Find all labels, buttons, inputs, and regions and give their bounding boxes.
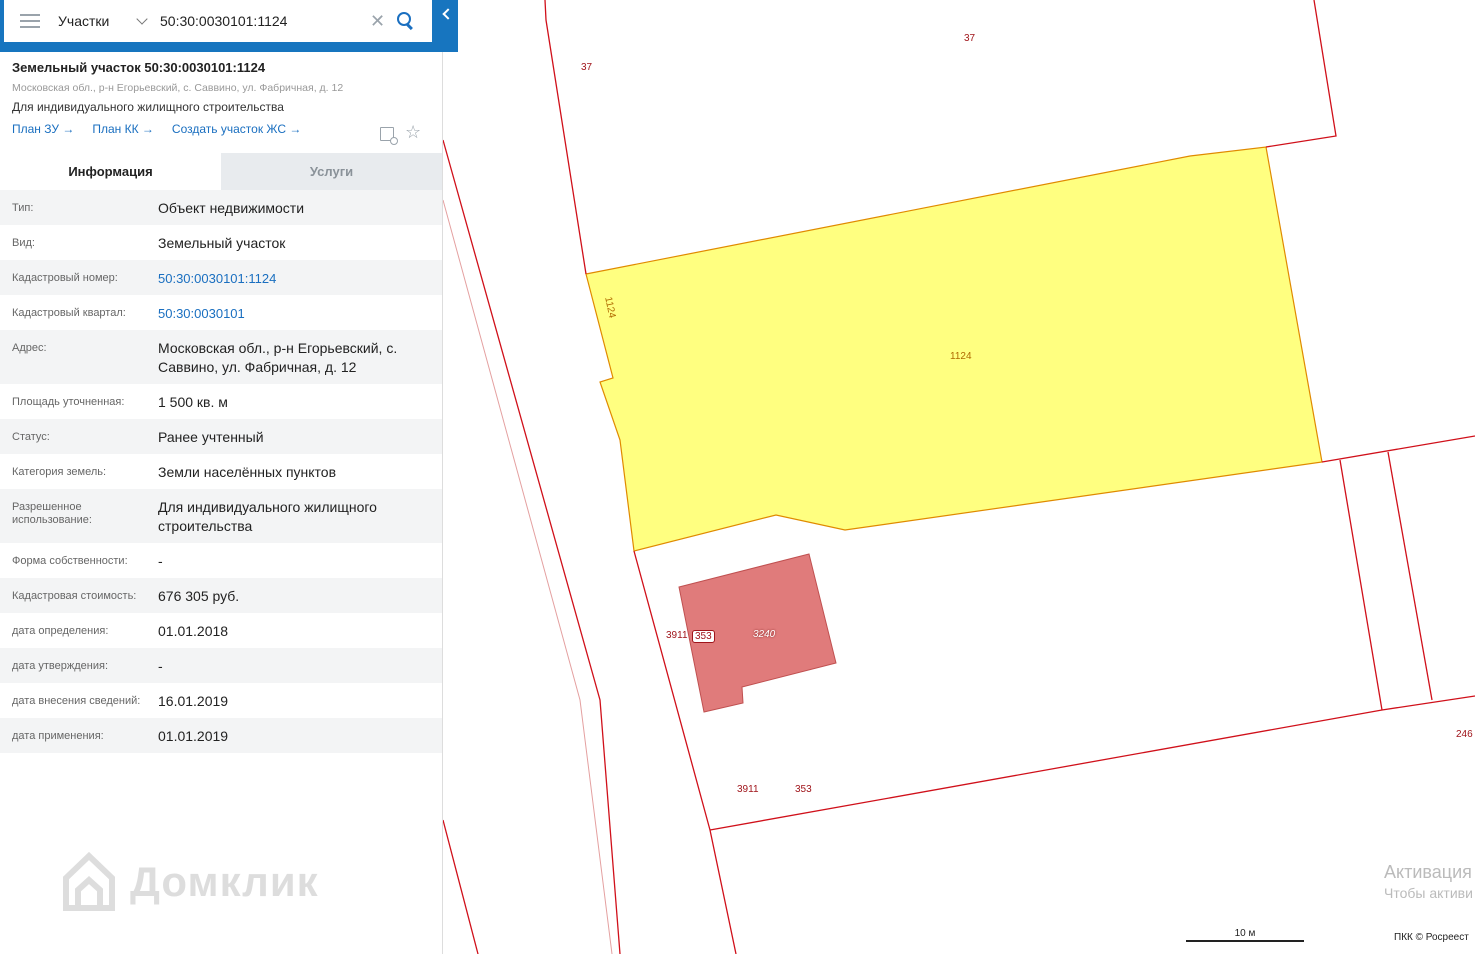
- info-label: Кадастровый номер:: [12, 272, 118, 284]
- info-row: дата внесения сведений: 16.01.2019: [0, 683, 442, 718]
- info-value: 01.01.2019: [158, 728, 229, 744]
- search-icon[interactable]: [397, 12, 415, 30]
- top-search-bar: Участки ✕: [0, 0, 458, 52]
- info-label: Площадь уточненная:: [12, 396, 125, 408]
- parcel-boundary: [1339, 459, 1383, 711]
- info-row: Вид: Земельный участок: [0, 225, 442, 260]
- search-input[interactable]: [160, 13, 360, 29]
- domclick-logo: Домклик: [60, 852, 319, 912]
- parcel-boundary: [1321, 435, 1475, 463]
- info-value: Для индивидуального жилищного строительс…: [158, 499, 377, 534]
- info-value: -: [158, 553, 163, 569]
- info-label: Статус:: [12, 431, 50, 443]
- info-label: дата утверждения:: [12, 660, 109, 672]
- road-boundary: [442, 139, 621, 954]
- chevron-down-icon[interactable]: [136, 13, 148, 25]
- zoom-to-object-icon[interactable]: [380, 127, 398, 145]
- road-edge: [442, 199, 613, 954]
- info-value: 676 305 руб.: [158, 588, 240, 604]
- plan-kk-link[interactable]: План КК →: [92, 122, 154, 136]
- info-label: дата определения:: [12, 625, 109, 637]
- create-parcel-link[interactable]: Создать участок ЖС →: [172, 122, 301, 136]
- hamburger-menu-icon[interactable]: [20, 14, 40, 28]
- parcel-boundary: [709, 695, 1475, 831]
- info-row: Тип: Объект недвижимости: [0, 190, 442, 225]
- parcel-label: 37: [581, 62, 593, 73]
- info-value: Московская обл., р-н Егорьевский, с. Сав…: [158, 340, 398, 375]
- card-header: Земельный участок 50:30:0030101:1124 Мос…: [0, 52, 442, 153]
- layer-select[interactable]: Участки: [58, 13, 130, 29]
- cadastral-quarter-link[interactable]: 50:30:0030101: [158, 295, 430, 330]
- info-row: Категория земель: Земли населённых пункто…: [0, 454, 442, 489]
- info-label: дата внесения сведений:: [12, 695, 141, 707]
- info-row: дата определения: 01.01.2018: [0, 613, 442, 648]
- info-row: Форма собственности: -: [0, 543, 442, 578]
- card-permitted-use: Для индивидуального жилищного строительс…: [12, 100, 284, 114]
- info-label: Кадастровая стоимость:: [12, 590, 137, 602]
- info-value: Ранее учтенный: [158, 429, 264, 445]
- copyright: ПКК © Росреест: [1394, 932, 1469, 943]
- collapse-panel-icon[interactable]: [442, 8, 454, 20]
- tab-info[interactable]: Информация: [0, 153, 221, 190]
- activation-watermark: Активация Чтобы активи: [1384, 862, 1473, 901]
- card-address: Московская обл., р-н Егорьевский, с. Сав…: [12, 82, 344, 94]
- info-row: Площадь уточненная: 1 500 кв. м: [0, 384, 442, 419]
- info-value: 16.01.2019: [158, 693, 229, 709]
- plan-zu-link[interactable]: План ЗУ →: [12, 122, 74, 136]
- info-value: Объект недвижимости: [158, 200, 305, 216]
- cadastral-number-link[interactable]: 50:30:0030101:1124: [158, 260, 430, 295]
- parcel-label: 37: [964, 33, 976, 44]
- info-label: Тип:: [12, 202, 34, 214]
- info-row: Статус: Ранее учтенный: [0, 419, 442, 454]
- info-value: -: [158, 658, 163, 674]
- scale-bar: 10 м: [1186, 928, 1304, 942]
- parcel-1124-selected[interactable]: [585, 146, 1323, 552]
- tabs: Информация Услуги: [0, 153, 442, 190]
- logo-text: Домклик: [130, 858, 319, 905]
- card-links: План ЗУ → План КК → Создать участок ЖС →: [12, 122, 430, 136]
- info-table: Тип: Объект недвижимости Вид: Земельный уч…: [0, 190, 442, 753]
- info-label: Адрес:: [12, 342, 47, 354]
- info-panel: Земельный участок 50:30:0030101:1124 Мос…: [0, 52, 443, 954]
- parcel-boundary: [544, 0, 587, 275]
- info-label: Вид:: [12, 237, 35, 249]
- parcel-label: 353: [795, 784, 812, 795]
- info-row: Разрешенное использование: Для индивидуал…: [0, 489, 442, 543]
- info-label: дата применения:: [12, 730, 104, 742]
- search-box: Участки ✕: [4, 0, 432, 42]
- info-row: дата утверждения: -: [0, 648, 442, 683]
- info-row: Кадастровая стоимость: 676 305 руб.: [0, 578, 442, 613]
- info-label: Разрешенное использование:: [12, 501, 92, 526]
- building-label: 3240: [753, 629, 776, 640]
- info-row: Кадастровый квартал: 50:30:0030101: [0, 295, 442, 330]
- info-value: Земельный участок: [158, 235, 286, 251]
- star-icon[interactable]: ☆: [405, 122, 421, 143]
- info-row: Адрес: Московская обл., р-н Егорьевский, …: [0, 330, 442, 384]
- parcel-label: 353: [692, 630, 715, 643]
- road-boundary: [442, 819, 479, 954]
- house-icon: [60, 852, 118, 912]
- info-value: Земли населённых пунктов: [158, 464, 337, 480]
- info-label: Кадастровый квартал:: [12, 307, 126, 319]
- info-label: Категория земель:: [12, 466, 107, 478]
- info-row: Кадастровый номер: 50:30:0030101:1124: [0, 260, 442, 295]
- close-icon[interactable]: ✕: [370, 11, 385, 32]
- info-value: 1 500 кв. м: [158, 394, 228, 410]
- parcel-label-selected: 1124: [950, 351, 972, 362]
- parcel-label: 3911: [737, 784, 759, 795]
- parcel-label: 3911: [666, 630, 688, 641]
- parcel-label: 246: [1456, 729, 1473, 740]
- tab-services[interactable]: Услуги: [221, 153, 442, 190]
- card-title: Земельный участок 50:30:0030101:1124: [12, 60, 266, 75]
- parcel-boundary: [1265, 0, 1337, 148]
- info-value: 01.01.2018: [158, 623, 229, 639]
- info-label: Форма собственности:: [12, 555, 128, 567]
- info-row: дата применения: 01.01.2019: [0, 718, 442, 753]
- activation-subtitle: Чтобы активи: [1384, 885, 1473, 901]
- parcel-boundary: [1387, 451, 1433, 701]
- activation-title: Активация: [1384, 862, 1472, 882]
